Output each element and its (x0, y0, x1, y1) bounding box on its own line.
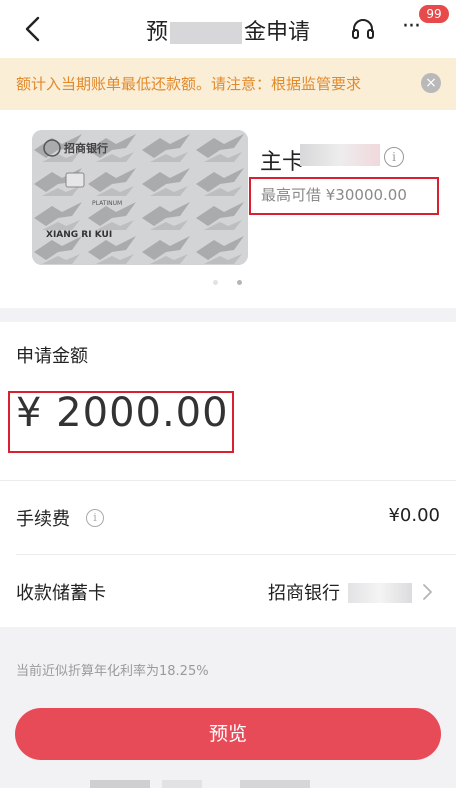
highlight-box-amount (8, 391, 234, 453)
fee-label: 手续费 (16, 509, 70, 530)
headset-icon[interactable] (350, 16, 376, 42)
info-icon[interactable]: i (384, 147, 404, 167)
card-name: 主卡 (260, 150, 305, 175)
bank-number-redaction (348, 583, 412, 603)
title-redaction (170, 22, 242, 44)
chevron-right-icon[interactable] (418, 583, 436, 601)
pager-dot-2 (237, 280, 242, 285)
top-bar: 预金申请 ··· 99 (0, 0, 456, 58)
details-section: 手续费 i ¥0.00 收款储蓄卡 招商银行 (0, 480, 456, 627)
preview-button[interactable]: 预览 (15, 708, 441, 760)
page-title-end: 金申请 (244, 20, 311, 45)
fee-row: 手续费 i ¥0.00 (0, 481, 456, 555)
card-bank-name: 招商银行 (64, 142, 108, 155)
notification-badge: 99 (419, 5, 449, 23)
page-title-start: 预 (145, 20, 168, 45)
credit-card-image[interactable]: 招商银行 PLATINUM XIANG RI KUI (32, 130, 248, 265)
card-type-label: PLATINUM (92, 200, 123, 207)
close-icon[interactable]: × (421, 73, 441, 93)
card-section: 招商银行 PLATINUM XIANG RI KUI 主卡 i 最高可借 ¥30… (0, 110, 456, 308)
fee-info-icon[interactable]: i (86, 509, 104, 527)
fee-value: ¥0.00 (388, 505, 440, 526)
receiving-card-row[interactable]: 收款储蓄卡 招商银行 (0, 555, 456, 627)
highlight-box-limit (249, 177, 439, 215)
notice-banner: 额计入当期账单最低还款额。请注意：根据监管要求 (0, 58, 456, 110)
card-name-redaction (300, 144, 380, 166)
receiving-bank-name: 招商银行 (268, 583, 340, 604)
page-title: 预 金申请 (0, 14, 456, 46)
pager-dot-1 (213, 280, 218, 285)
card-holder-name: XIANG RI KUI (46, 230, 113, 240)
amount-label: 申请金额 (16, 346, 88, 367)
bottom-text-partial (90, 780, 310, 788)
notice-text: 额计入当期账单最低还款额。请注意：根据监管要求 (16, 75, 362, 93)
amount-section: 申请金额 ¥ 2000.00 (0, 322, 456, 480)
receiving-card-label: 收款储蓄卡 (16, 583, 106, 604)
interest-rate-note: 当前近似折算年化利率为18.25% (16, 664, 209, 679)
